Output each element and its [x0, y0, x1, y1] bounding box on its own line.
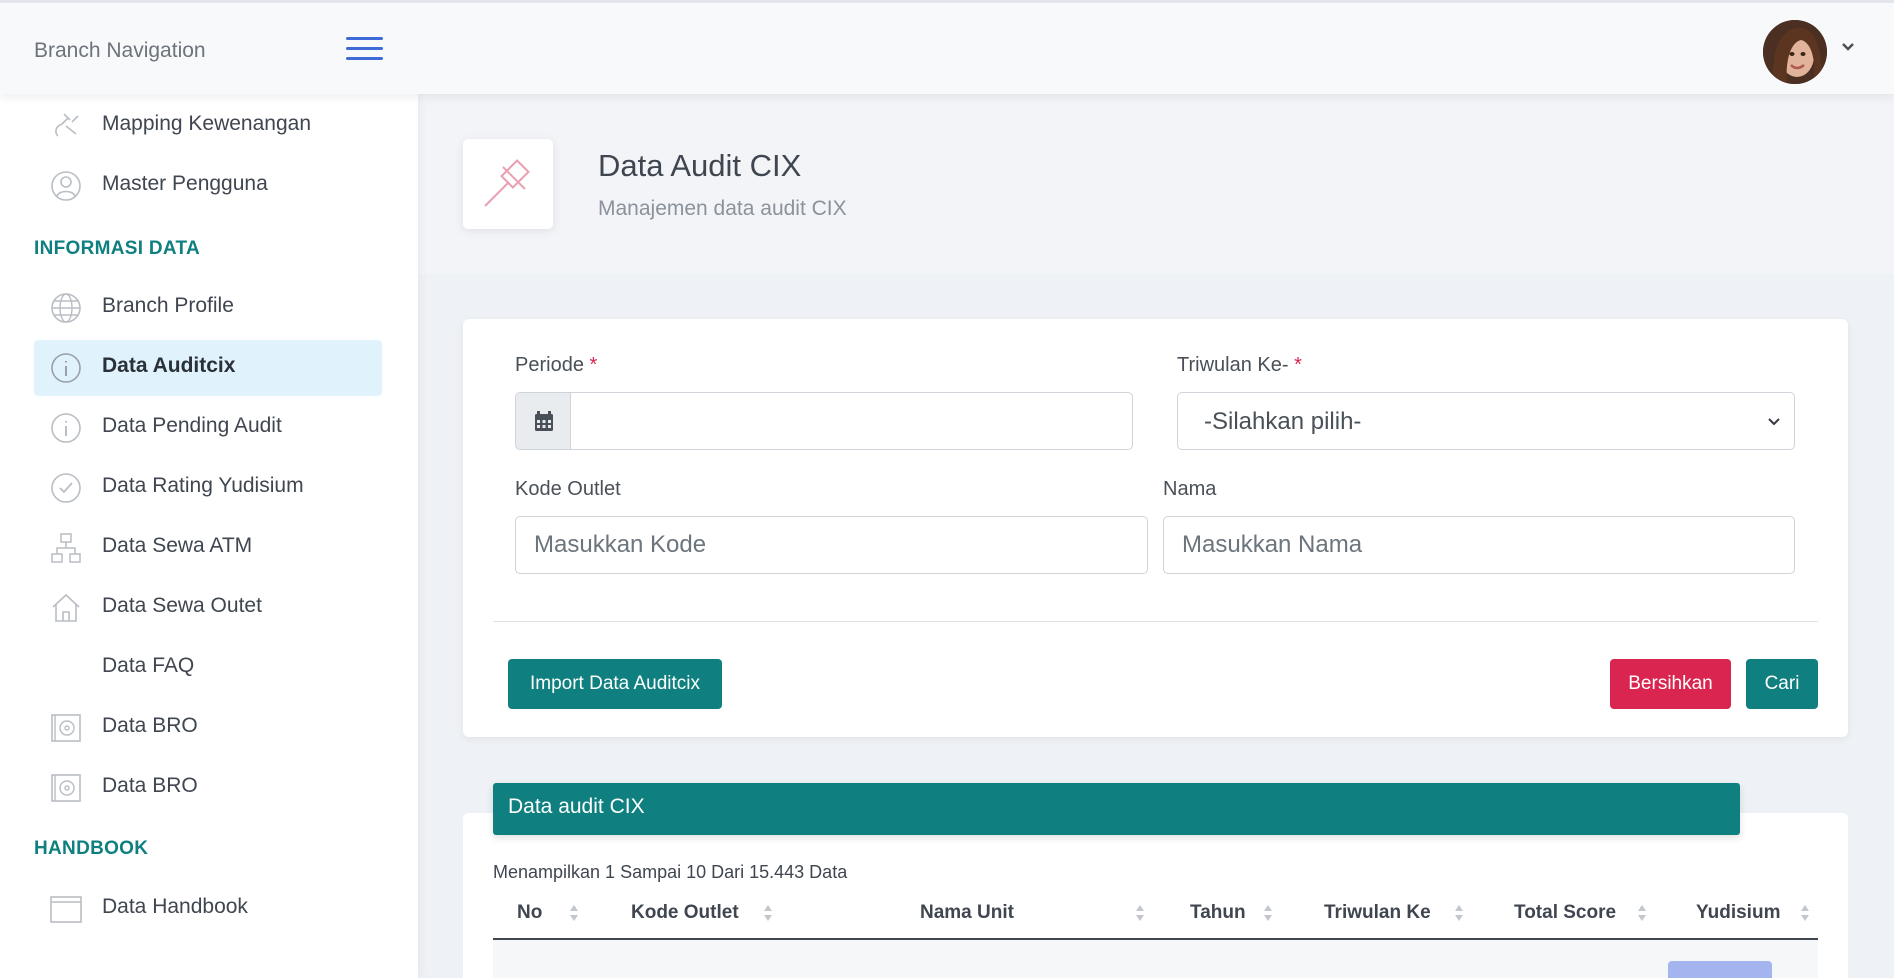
sidebar-item-label: Data Pending Audit — [102, 414, 282, 437]
required-mark: * — [589, 354, 598, 376]
sidebar-item-data-bro[interactable]: Data BRO — [34, 700, 382, 756]
periode-label: Periode * — [515, 354, 597, 377]
periode-input[interactable] — [570, 392, 1133, 450]
page-subtitle: Manajemen data audit CIX — [598, 197, 847, 220]
user-avatar[interactable] — [1763, 20, 1827, 84]
required-mark: * — [1294, 354, 1302, 376]
sort-icon[interactable] — [568, 902, 580, 924]
triwulan-label: Triwulan Ke- * — [1177, 354, 1302, 377]
page-icon-box — [463, 139, 553, 229]
column-header-total-score[interactable]: Total Score — [1514, 902, 1616, 924]
hamburger-icon[interactable] — [346, 37, 383, 61]
info-icon — [51, 353, 81, 383]
divider — [493, 621, 1818, 622]
sidebar: Mapping Kewenangan Master Pengguna INFOR… — [0, 94, 418, 978]
column-header-no[interactable]: No — [517, 902, 542, 924]
sidebar-item-mapping-kewenangan[interactable]: Mapping Kewenangan — [34, 98, 382, 154]
triwulan-select[interactable]: -Silahkan pilih- — [1177, 392, 1795, 450]
sidebar-item-label: Mapping Kewenangan — [102, 112, 311, 135]
table-banner: Data audit CIX — [493, 783, 1740, 835]
sidebar-item-branch-profile[interactable]: Branch Profile — [34, 280, 382, 336]
sort-icon[interactable] — [1799, 902, 1811, 924]
nama-label: Nama — [1163, 478, 1217, 500]
nama-input[interactable] — [1163, 516, 1795, 574]
top-navbar: Branch Navigation — [0, 0, 1894, 94]
row-action-button[interactable] — [1668, 961, 1772, 978]
search-button[interactable]: Cari — [1746, 659, 1818, 709]
sidebar-item-label: Branch Profile — [102, 294, 234, 317]
sort-icon[interactable] — [1262, 902, 1274, 924]
check-circle-icon — [51, 473, 81, 503]
calendar-addon[interactable] — [515, 392, 571, 450]
sidebar-item-data-auditcix[interactable]: Data Auditcix — [34, 340, 382, 396]
sort-icon[interactable] — [1453, 902, 1465, 924]
kode-outlet-label: Kode Outlet — [515, 478, 621, 500]
sort-icon[interactable] — [762, 902, 774, 924]
safe-icon — [51, 774, 81, 802]
sidebar-item-label: Data FAQ — [102, 654, 195, 677]
section-header-handbook: HANDBOOK — [34, 838, 149, 859]
sidebar-item-label: Data Rating Yudisium — [102, 474, 304, 497]
triwulan-label-text: Triwulan Ke- — [1177, 354, 1289, 376]
info-icon — [51, 413, 81, 443]
triwulan-selected-value: -Silahkan pilih- — [1204, 408, 1362, 435]
section-header-informasi-data: INFORMASI DATA — [34, 238, 201, 259]
sidebar-item-label: Data Handbook — [102, 895, 248, 918]
column-header-yudisium[interactable]: Yudisium — [1696, 902, 1780, 924]
sidebar-item-label: Data Auditcix — [102, 354, 236, 377]
table-info: Menampilkan 1 Sampai 10 Dari 15.443 Data — [493, 862, 848, 882]
sidebar-item-data-faq[interactable]: Data FAQ — [34, 640, 382, 696]
sidebar-item-master-pengguna[interactable]: Master Pengguna — [34, 158, 382, 214]
brand-title: Branch Navigation — [34, 39, 206, 62]
clear-button[interactable]: Bersihkan — [1610, 659, 1731, 709]
sort-icon[interactable] — [1134, 902, 1146, 924]
sidebar-item-data-sewa-outet[interactable]: Data Sewa Outet — [34, 580, 382, 636]
sidebar-item-label: Data BRO — [102, 774, 198, 797]
sidebar-item-label: Data BRO — [102, 714, 198, 737]
network-icon — [51, 533, 81, 563]
page-title: Data Audit CIX — [598, 148, 802, 183]
plug-icon — [55, 113, 79, 137]
sort-icon[interactable] — [1636, 902, 1648, 924]
table-row — [493, 940, 1818, 978]
gavel-icon — [484, 159, 530, 207]
calendar-icon — [535, 411, 553, 431]
page-title-band — [418, 94, 1894, 274]
user-icon — [51, 171, 81, 201]
table-title: Data audit CIX — [508, 795, 645, 818]
folder-icon — [50, 896, 82, 923]
sidebar-item-data-sewa-atm[interactable]: Data Sewa ATM — [34, 520, 382, 576]
column-header-tahun[interactable]: Tahun — [1190, 902, 1246, 924]
sidebar-item-label: Data Sewa ATM — [102, 534, 253, 557]
chevron-down-icon[interactable] — [1840, 39, 1856, 55]
periode-label-text: Periode — [515, 354, 584, 376]
chevron-down-icon — [1768, 418, 1780, 426]
sidebar-item-data-bro-2[interactable]: Data BRO — [34, 760, 382, 816]
safe-icon — [51, 714, 81, 742]
sidebar-item-label: Master Pengguna — [102, 172, 268, 195]
column-header-triwulan-ke[interactable]: Triwulan Ke — [1324, 902, 1431, 924]
sidebar-item-data-rating-yudisium[interactable]: Data Rating Yudisium — [34, 460, 382, 516]
kode-outlet-input[interactable] — [515, 516, 1148, 574]
home-icon — [52, 593, 80, 622]
globe-icon — [51, 293, 81, 323]
import-data-button[interactable]: Import Data Auditcix — [508, 659, 722, 709]
column-header-nama-unit[interactable]: Nama Unit — [920, 902, 1014, 924]
sidebar-item-label: Data Sewa Outet — [102, 594, 262, 617]
column-header-kode-outlet[interactable]: Kode Outlet — [631, 902, 739, 924]
sidebar-item-data-handbook[interactable]: Data Handbook — [34, 881, 382, 937]
sidebar-item-data-pending-audit[interactable]: Data Pending Audit — [34, 400, 382, 456]
